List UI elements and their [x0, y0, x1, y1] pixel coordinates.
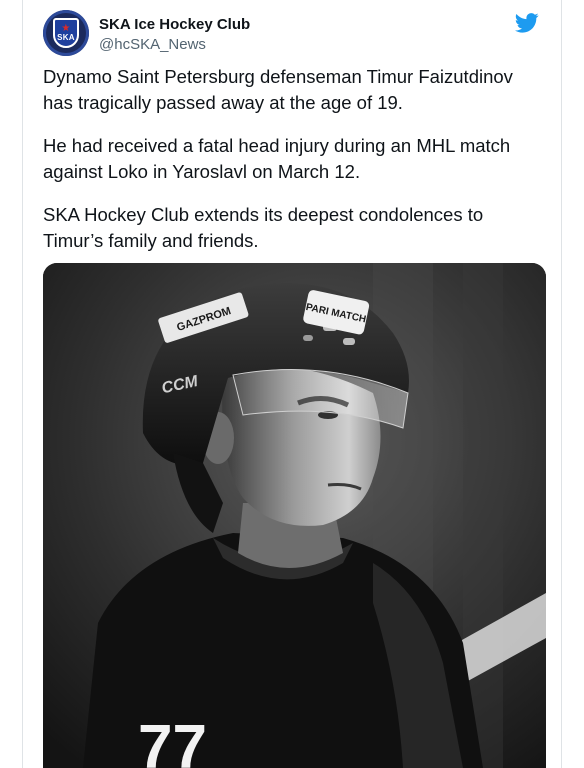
tweet-text: Dynamo Saint Petersburg defenseman Timur…: [43, 64, 543, 271]
tweet-header: ★ SKA SKA Ice Hockey Club @hcSKA_News: [43, 10, 543, 60]
tweet-paragraph: Dynamo Saint Petersburg defenseman Timur…: [43, 66, 513, 113]
account-display-name[interactable]: SKA Ice Hockey Club: [99, 16, 250, 33]
tweet-card[interactable]: ★ SKA SKA Ice Hockey Club @hcSKA_News Dy…: [22, 0, 562, 768]
tweet-paragraph: SKA Hockey Club extends its deepest cond…: [43, 204, 484, 251]
avatar[interactable]: ★ SKA: [43, 10, 89, 56]
player-photo: GAZPROM PARI MATCH CCM 77: [43, 263, 546, 768]
avatar-text: SKA: [57, 33, 75, 42]
tweet-paragraph: He had received a fatal head injury duri…: [43, 135, 511, 182]
account-handle[interactable]: @hcSKA_News: [99, 36, 206, 53]
twitter-bird-icon[interactable]: [515, 12, 539, 34]
tweet-photo[interactable]: GAZPROM PARI MATCH CCM 77: [43, 263, 546, 768]
ska-crest-logo: ★ SKA: [53, 18, 79, 48]
jersey-number: 77: [138, 713, 207, 768]
